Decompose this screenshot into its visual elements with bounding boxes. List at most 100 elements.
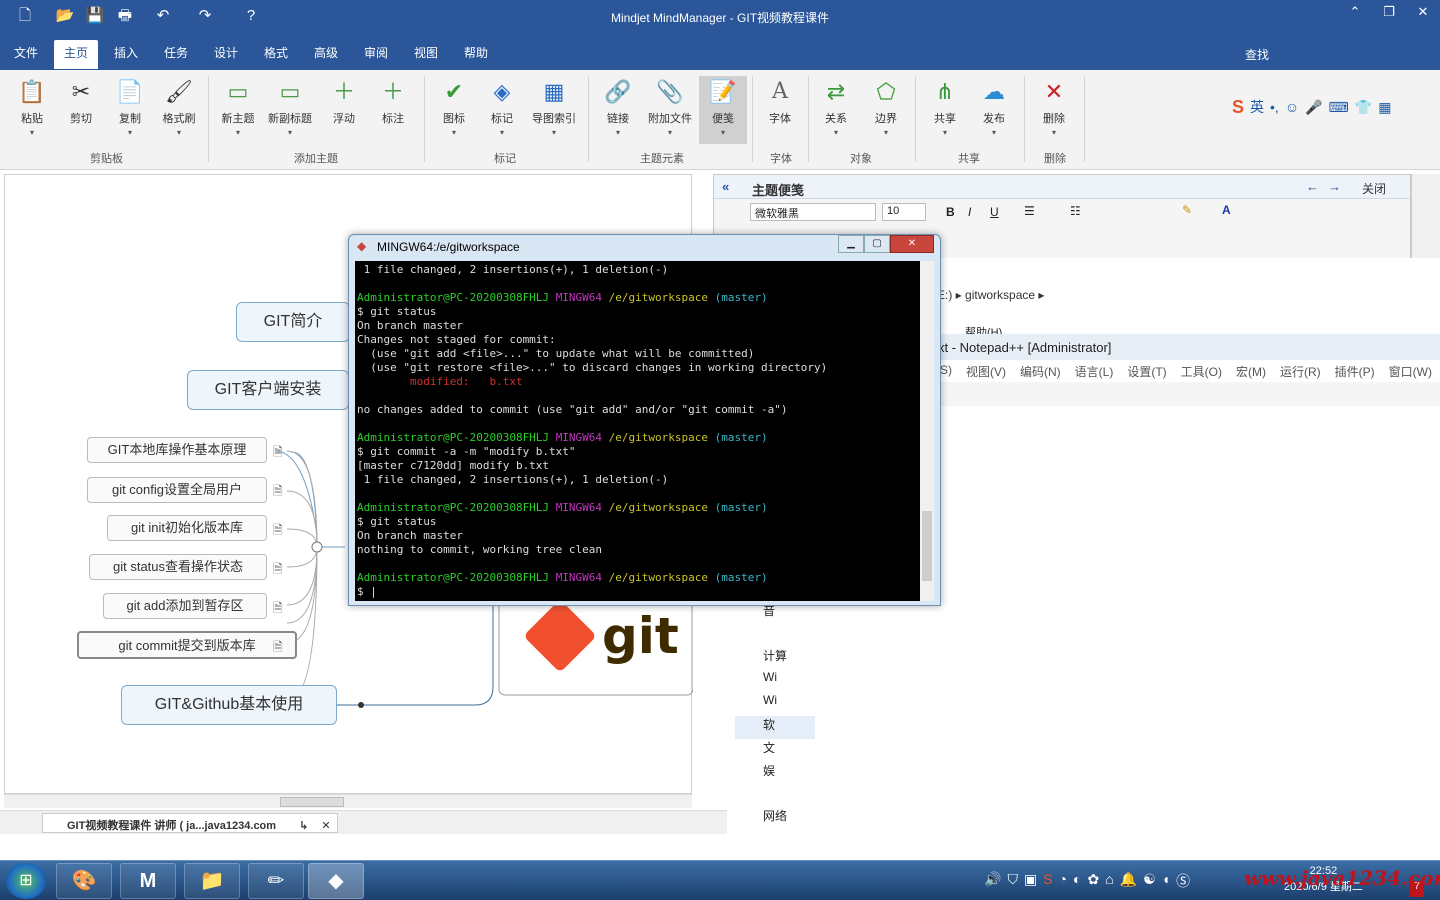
ime-punct[interactable]: •, (1270, 99, 1279, 115)
note-icon[interactable]: 🗎 (273, 482, 283, 503)
paste-button[interactable]: 📋 粘贴 ▾ (8, 78, 56, 137)
copy-button[interactable]: 📄 复制 ▾ (106, 78, 154, 137)
taskbar-paint-app[interactable]: 🎨 (56, 863, 112, 899)
tree-item-drive-1[interactable]: Wi (735, 670, 815, 693)
tray-icon[interactable]: ▣ (1024, 871, 1037, 891)
horizontal-scrollbar[interactable] (4, 794, 692, 808)
bell-icon[interactable]: 🔔 (1120, 871, 1137, 891)
bold-button[interactable]: B (946, 205, 955, 219)
note-icon[interactable]: 🗎 (273, 443, 283, 464)
taskbar-mindmanager[interactable]: M (120, 863, 176, 899)
numbered-list-icon[interactable]: ☷ (1070, 204, 1081, 218)
scroll-thumb[interactable] (280, 797, 344, 807)
terminal-minimize-button[interactable]: ▁ (838, 235, 864, 253)
tree-item-software[interactable]: 软 (735, 716, 815, 739)
publish-button[interactable]: ☁ 发布 ▾ (970, 78, 1018, 137)
terminal-scrollbar[interactable] (920, 261, 934, 601)
italic-button[interactable]: I (968, 205, 971, 219)
tray-icon[interactable]: ✿ (1087, 871, 1099, 891)
boundary-button[interactable]: ⬠ 边界 ▾ (862, 78, 910, 137)
note-icon[interactable]: 🗎 (273, 560, 283, 581)
node-git-client[interactable]: GIT客户端安装 (187, 370, 349, 410)
search-label[interactable]: 查找 (1245, 46, 1269, 63)
cut-button[interactable]: ✂ 剪切 (57, 78, 105, 126)
git-bash-terminal-window[interactable]: ◆ MINGW64:/e/gitworkspace ▁ ▢ ✕ 1 file c… (348, 234, 941, 606)
node-git-status[interactable]: git status查看操作状态 (89, 554, 267, 580)
tab-home[interactable]: 主页 (54, 40, 99, 69)
note-icon[interactable]: 🗎 (273, 638, 283, 659)
tab-file[interactable]: 文件 (14, 44, 38, 61)
menu-language[interactable]: 语言(L) (1075, 363, 1114, 379)
tray-icon[interactable]: ◔ (1059, 871, 1067, 891)
menu-encoding[interactable]: 编码(N) (1020, 363, 1061, 379)
menu-view[interactable]: 视图(V) (966, 363, 1006, 379)
mic-icon[interactable]: 🎤 (1305, 99, 1322, 116)
node-git-commit[interactable]: git commit提交到版本库 (77, 631, 297, 659)
note-icon[interactable]: 🗎 (273, 521, 283, 542)
highlight-icon[interactable]: ✎ (1182, 203, 1192, 217)
tray-icon[interactable]: ☯ (1143, 871, 1156, 891)
terminal-output[interactable]: 1 file changed, 2 insertions(+), 1 delet… (355, 261, 920, 601)
tree-item-documents[interactable]: 文 (735, 739, 815, 762)
close-button[interactable]: ✕ (1408, 4, 1438, 20)
tray-icon[interactable]: ◐ (1073, 871, 1081, 891)
menu-window[interactable]: 窗口(W) (1389, 363, 1432, 379)
start-button[interactable]: ⊞ (6, 863, 46, 899)
callout-button[interactable]: ＋标注 (369, 78, 417, 126)
next-arrow-icon[interactable]: → (1328, 179, 1341, 194)
volume-icon[interactable]: ◖ (1162, 871, 1170, 891)
ime-toolbar[interactable]: S 英 •, ☺ 🎤 ⌨ 👕 ▦ (1232, 92, 1440, 122)
node-git-intro[interactable]: GIT简介 (236, 302, 350, 342)
font-color-icon[interactable]: A (1222, 203, 1231, 217)
menu-tools[interactable]: 工具(O) (1181, 363, 1222, 379)
menu-macro[interactable]: 宏(M) (1236, 363, 1266, 379)
menu-run[interactable]: 运行(R) (1280, 363, 1321, 379)
tab-view[interactable]: 视图 (414, 44, 438, 61)
tree-item-entertainment[interactable]: 娱 (735, 762, 815, 785)
font-button[interactable]: A 字体 (756, 78, 804, 126)
menu-settings[interactable]: 设置(T) (1127, 363, 1166, 379)
skin-icon[interactable]: 👕 (1355, 99, 1372, 116)
attach-file-button[interactable]: 📎 附加文件 ▾ (646, 78, 694, 137)
shield-icon[interactable]: ⛉ (1007, 871, 1018, 891)
tray-icon[interactable]: Ⓢ (1176, 871, 1190, 891)
tab-insert[interactable]: 插入 (114, 44, 138, 61)
tab-help[interactable]: 帮助 (464, 44, 488, 61)
prev-arrow-icon[interactable]: ← (1306, 179, 1319, 194)
tree-item-drive-2[interactable]: Wi (735, 693, 815, 716)
tray-icon[interactable]: 🔊 (984, 871, 1001, 891)
emoji-icon[interactable]: ☺ (1285, 99, 1299, 115)
grid-icon[interactable]: ▦ (1378, 99, 1391, 116)
notes-button[interactable]: 📝 便笺 ▾ (699, 76, 747, 144)
icons-button[interactable]: ✔ 图标 ▾ (430, 78, 478, 137)
node-git-init[interactable]: git init初始化版本库 (107, 515, 267, 541)
font-family-select[interactable]: 微软雅黑 (750, 203, 876, 221)
new-topic-button[interactable]: ▭ 新主题 ▾ (214, 78, 262, 137)
format-painter-button[interactable]: 🖌 格式刷 ▾ (155, 78, 203, 137)
taskbar-explorer[interactable]: 📁 (184, 863, 240, 899)
tab-task[interactable]: 任务 (164, 44, 188, 61)
collapse-icon[interactable]: « (722, 179, 729, 194)
share-button[interactable]: ⋔ 共享 ▾ (921, 78, 969, 137)
terminal-close-button[interactable]: ✕ (890, 235, 934, 253)
underline-button[interactable]: U (990, 205, 999, 219)
floating-topic-button[interactable]: ＋浮动 (320, 78, 368, 126)
explorer-address-bar[interactable]: E:) ▸ gitworkspace ▸ (937, 288, 1044, 302)
tray-icon[interactable]: ⌂ (1105, 871, 1113, 891)
menu-plugins[interactable]: 插件(P) (1335, 363, 1375, 379)
restore-button[interactable]: ❐ (1374, 4, 1404, 20)
taskbar-git-bash[interactable]: ◆ (308, 863, 364, 899)
minimize-button[interactable]: ⌃ (1340, 4, 1370, 20)
tab-format[interactable]: 格式 (264, 44, 288, 61)
ime-mode[interactable]: 英 (1250, 97, 1264, 117)
relationship-button[interactable]: ⇄ 关系 ▾ (812, 78, 860, 137)
note-icon[interactable]: 🗎 (273, 599, 283, 620)
new-subtopic-button[interactable]: ▭ 新副标题 ▾ (266, 78, 314, 137)
node-git-config[interactable]: git config设置全局用户 (87, 477, 267, 503)
node-git-github-basics[interactable]: GIT&Github基本使用 (121, 685, 337, 725)
keyboard-icon[interactable]: ⌨ (1329, 99, 1349, 116)
node-git-add[interactable]: git add添加到暂存区 (103, 593, 267, 619)
notes-close-button[interactable]: 关闭 (1362, 180, 1386, 197)
doc-tab-git-course[interactable]: GIT视频教程课件 讲师 ( ja...java1234.com ↳ ✕ (42, 813, 338, 833)
tab-close-icon[interactable]: ✕ (321, 820, 330, 832)
